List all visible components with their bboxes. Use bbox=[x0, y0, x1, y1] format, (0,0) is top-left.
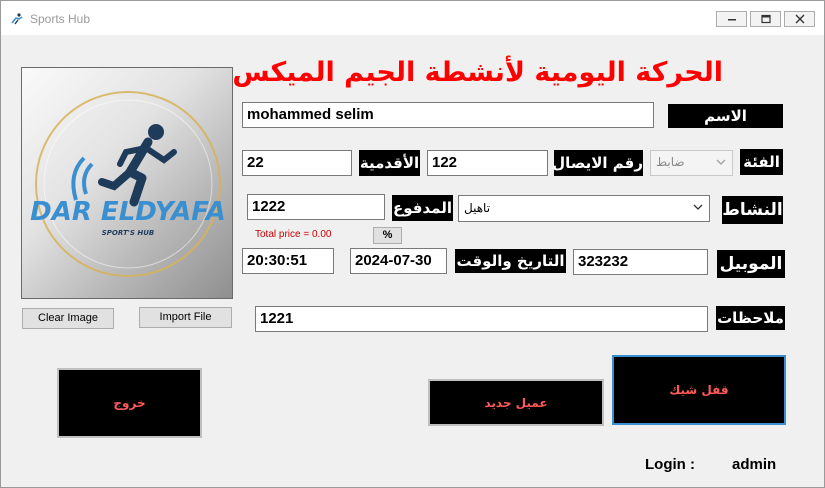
app-icon bbox=[11, 13, 23, 25]
mobile-input[interactable]: 323232 bbox=[573, 249, 708, 275]
chevron-down-icon bbox=[716, 159, 726, 165]
receipt-number-input[interactable]: 122 bbox=[427, 150, 548, 176]
name-input[interactable]: mohammed selim bbox=[242, 102, 654, 128]
close-cheque-button[interactable]: قفل شيك bbox=[612, 355, 786, 425]
name-label: الاسم bbox=[668, 104, 783, 128]
login-user: admin bbox=[732, 456, 777, 473]
title-bar: Sports Hub bbox=[1, 1, 824, 35]
time-input[interactable]: 20:30:51 bbox=[242, 248, 334, 274]
seniority-label: الأقدمية bbox=[359, 150, 420, 176]
exit-button-label: خروج bbox=[113, 396, 146, 410]
logo-tagline-text: SPORT'S HUB bbox=[102, 229, 154, 237]
mobile-label: الموبيل bbox=[717, 250, 785, 278]
page-title: الحركة اليومية لأنشطة الجيم الميكس bbox=[232, 57, 723, 88]
datetime-label: التاريخ والوقت bbox=[455, 249, 566, 273]
window-title: Sports Hub bbox=[30, 12, 91, 26]
notes-input[interactable]: 1221 bbox=[255, 306, 708, 332]
activity-select-value: تاهيل bbox=[464, 201, 491, 215]
exit-button[interactable]: خروج bbox=[57, 368, 202, 438]
category-select[interactable]: ضابط bbox=[650, 150, 733, 176]
close-button[interactable] bbox=[784, 11, 815, 27]
maximize-icon bbox=[761, 14, 771, 24]
login-label: Login : bbox=[645, 456, 695, 473]
total-price-text: Total price = 0.00 bbox=[255, 229, 332, 240]
date-input[interactable]: 2024-07-30 bbox=[350, 248, 447, 274]
runner-icon bbox=[71, 124, 177, 207]
import-file-button[interactable]: Import File bbox=[139, 307, 232, 328]
category-select-value: ضابط bbox=[656, 155, 685, 169]
minimize-icon bbox=[728, 19, 736, 21]
logo-brand-text: DAR ELDYAFA bbox=[30, 197, 226, 227]
minimize-button[interactable] bbox=[716, 11, 747, 27]
seniority-input[interactable]: 22 bbox=[242, 150, 352, 176]
new-client-button-label: عميل جديد bbox=[484, 395, 548, 410]
app-window: Sports Hub DAR ELDYAFA SPORT'S HUB Clear… bbox=[0, 0, 825, 488]
close-icon bbox=[795, 14, 805, 24]
maximize-button[interactable] bbox=[750, 11, 781, 27]
close-cheque-button-label: قفل شيك bbox=[669, 383, 729, 397]
new-client-button[interactable]: عميل جديد bbox=[428, 379, 604, 426]
paid-input[interactable]: 1222 bbox=[247, 194, 385, 220]
activity-label: النشاط bbox=[722, 196, 783, 224]
receipt-number-label: رقم الايصال bbox=[552, 150, 643, 176]
chevron-down-icon bbox=[693, 204, 703, 210]
category-label: الفئة bbox=[740, 149, 783, 175]
dar-eldyafa-logo: DAR ELDYAFA SPORT'S HUB bbox=[30, 91, 226, 277]
activity-select[interactable]: تاهيل bbox=[458, 195, 710, 222]
clear-image-button[interactable]: Clear Image bbox=[22, 308, 114, 329]
paid-label: المدفوع bbox=[392, 195, 453, 221]
notes-label: ملاحظات bbox=[716, 306, 785, 330]
photo-box[interactable]: DAR ELDYAFA SPORT'S HUB bbox=[21, 67, 233, 299]
percent-button[interactable]: % bbox=[373, 227, 402, 244]
